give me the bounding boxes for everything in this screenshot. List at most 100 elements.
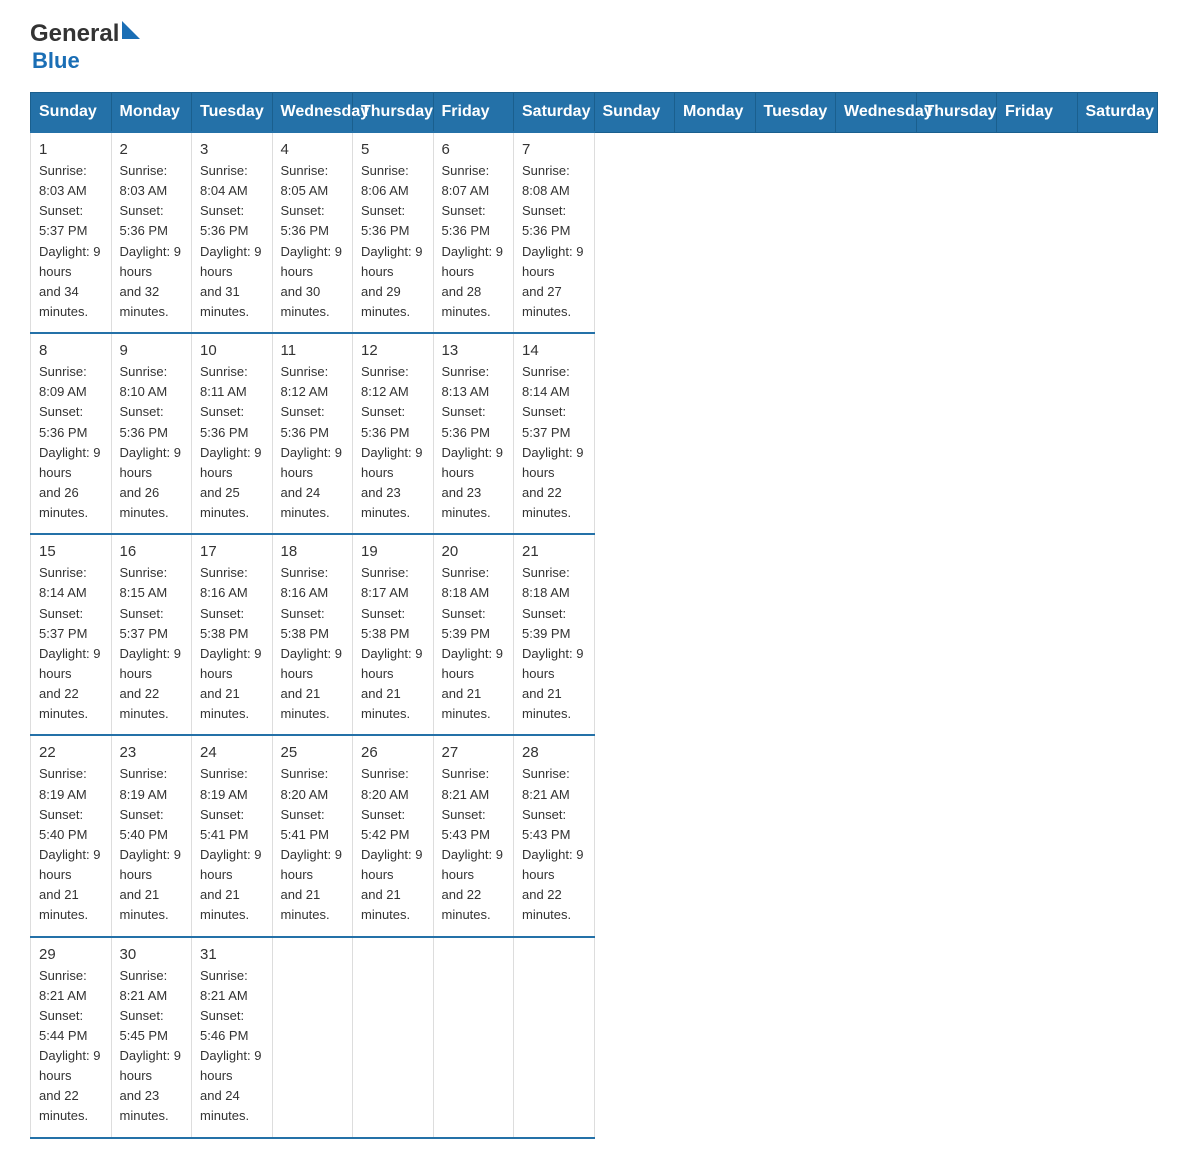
calendar-cell: 6Sunrise: 8:07 AMSunset: 5:36 PMDaylight… (433, 132, 514, 333)
day-info: Sunrise: 8:21 AMSunset: 5:45 PMDaylight:… (120, 966, 184, 1127)
day-info: Sunrise: 8:15 AMSunset: 5:37 PMDaylight:… (120, 563, 184, 724)
calendar-cell: 17Sunrise: 8:16 AMSunset: 5:38 PMDayligh… (192, 534, 273, 735)
day-number: 4 (281, 141, 345, 158)
col-header-saturday: Saturday (514, 93, 595, 133)
day-info: Sunrise: 8:18 AMSunset: 5:39 PMDaylight:… (522, 563, 586, 724)
day-info: Sunrise: 8:13 AMSunset: 5:36 PMDaylight:… (442, 362, 506, 523)
calendar-cell: 1Sunrise: 8:03 AMSunset: 5:37 PMDaylight… (31, 132, 112, 333)
day-number: 15 (39, 543, 103, 560)
calendar-cell: 5 Sunrise: 8:06 AMSunset: 5:36 PMDaylight… (353, 132, 434, 333)
day-info: Sunrise: 8:21 AMSunset: 5:44 PMDaylight:… (39, 966, 103, 1127)
day-info: Sunrise: 8:06 AMSunset: 5:36 PMDaylight:… (361, 161, 425, 322)
col-header-saturday: Saturday (1077, 93, 1158, 133)
day-info: Sunrise: 8:19 AMSunset: 5:40 PMDaylight:… (120, 764, 184, 925)
calendar-cell: 15 Sunrise: 8:14 AMSunset: 5:37 PMDayligh… (31, 534, 112, 735)
calendar-cell: 23 Sunrise: 8:19 AMSunset: 5:40 PMDayligh… (111, 735, 192, 936)
calendar-week-row: 8Sunrise: 8:09 AMSunset: 5:36 PMDaylight… (31, 333, 1158, 534)
calendar-cell: 10Sunrise: 8:11 AMSunset: 5:36 PMDayligh… (192, 333, 273, 534)
col-header-thursday: Thursday (916, 93, 997, 133)
calendar-cell: 21 Sunrise: 8:18 AMSunset: 5:39 PMDayligh… (514, 534, 595, 735)
day-number: 18 (281, 543, 345, 560)
day-number: 8 (39, 342, 103, 359)
day-number: 11 (281, 342, 345, 359)
calendar-cell (514, 937, 595, 1138)
day-number: 20 (442, 543, 506, 560)
calendar-cell: 29Sunrise: 8:21 AMSunset: 5:44 PMDayligh… (31, 937, 112, 1138)
day-number: 14 (522, 342, 586, 359)
day-info: Sunrise: 8:21 AMSunset: 5:43 PMDaylight:… (522, 764, 586, 925)
calendar-cell: 7Sunrise: 8:08 AMSunset: 5:36 PMDaylight… (514, 132, 595, 333)
day-info: Sunrise: 8:16 AMSunset: 5:38 PMDaylight:… (281, 563, 345, 724)
day-number: 17 (200, 543, 264, 560)
calendar-cell: 24 Sunrise: 8:19 AMSunset: 5:41 PMDayligh… (192, 735, 273, 936)
calendar-cell: 16Sunrise: 8:15 AMSunset: 5:37 PMDayligh… (111, 534, 192, 735)
day-info: Sunrise: 8:12 AMSunset: 5:36 PMDaylight:… (361, 362, 425, 523)
calendar-cell: 18 Sunrise: 8:16 AMSunset: 5:38 PMDayligh… (272, 534, 353, 735)
day-info: Sunrise: 8:17 AMSunset: 5:38 PMDaylight:… (361, 563, 425, 724)
day-info: Sunrise: 8:12 AMSunset: 5:36 PMDaylight:… (281, 362, 345, 523)
day-number: 23 (120, 744, 184, 761)
calendar-week-row: 15 Sunrise: 8:14 AMSunset: 5:37 PMDayligh… (31, 534, 1158, 735)
col-header-thursday: Thursday (353, 93, 434, 133)
page-header: General Blue (30, 20, 1158, 74)
day-number: 22 (39, 744, 103, 761)
day-info: Sunrise: 8:07 AMSunset: 5:36 PMDaylight:… (442, 161, 506, 322)
col-header-sunday: Sunday (31, 93, 112, 133)
col-header-monday: Monday (111, 93, 192, 133)
calendar-cell: 30 Sunrise: 8:21 AMSunset: 5:45 PMDayligh… (111, 937, 192, 1138)
calendar-cell: 26 Sunrise: 8:20 AMSunset: 5:42 PMDayligh… (353, 735, 434, 936)
logo-triangle-icon (122, 21, 140, 39)
day-info: Sunrise: 8:05 AMSunset: 5:36 PMDaylight:… (281, 161, 345, 322)
day-info: Sunrise: 8:11 AMSunset: 5:36 PMDaylight:… (200, 362, 264, 523)
day-info: Sunrise: 8:20 AMSunset: 5:41 PMDaylight:… (281, 764, 345, 925)
calendar-cell (433, 937, 514, 1138)
day-info: Sunrise: 8:04 AMSunset: 5:36 PMDaylight:… (200, 161, 264, 322)
day-info: Sunrise: 8:19 AMSunset: 5:41 PMDaylight:… (200, 764, 264, 925)
day-info: Sunrise: 8:03 AMSunset: 5:37 PMDaylight:… (39, 161, 103, 322)
calendar-week-row: 1Sunrise: 8:03 AMSunset: 5:37 PMDaylight… (31, 132, 1158, 333)
calendar-cell: 31 Sunrise: 8:21 AMSunset: 5:46 PMDayligh… (192, 937, 273, 1138)
calendar-cell (272, 937, 353, 1138)
calendar-table: SundayMondayTuesdayWednesdayThursdayFrid… (30, 92, 1158, 1139)
calendar-cell: 13 Sunrise: 8:13 AMSunset: 5:36 PMDayligh… (433, 333, 514, 534)
calendar-header-row: SundayMondayTuesdayWednesdayThursdayFrid… (31, 93, 1158, 133)
calendar-cell: 2Sunrise: 8:03 AMSunset: 5:36 PMDaylight… (111, 132, 192, 333)
day-info: Sunrise: 8:14 AMSunset: 5:37 PMDaylight:… (39, 563, 103, 724)
day-number: 24 (200, 744, 264, 761)
calendar-cell: 19Sunrise: 8:17 AMSunset: 5:38 PMDayligh… (353, 534, 434, 735)
calendar-cell: 28 Sunrise: 8:21 AMSunset: 5:43 PMDayligh… (514, 735, 595, 936)
day-number: 3 (200, 141, 264, 158)
day-number: 13 (442, 342, 506, 359)
day-number: 28 (522, 744, 586, 761)
day-number: 21 (522, 543, 586, 560)
day-info: Sunrise: 8:14 AMSunset: 5:37 PMDaylight:… (522, 362, 586, 523)
col-header-wednesday: Wednesday (272, 93, 353, 133)
col-header-wednesday: Wednesday (836, 93, 917, 133)
col-header-sunday: Sunday (594, 93, 675, 133)
calendar-cell: 27Sunrise: 8:21 AMSunset: 5:43 PMDayligh… (433, 735, 514, 936)
day-number: 5 (361, 141, 425, 158)
calendar-week-row: 22 Sunrise: 8:19 AMSunset: 5:40 PMDayligh… (31, 735, 1158, 936)
day-info: Sunrise: 8:20 AMSunset: 5:42 PMDaylight:… (361, 764, 425, 925)
calendar-cell: 20 Sunrise: 8:18 AMSunset: 5:39 PMDayligh… (433, 534, 514, 735)
day-number: 7 (522, 141, 586, 158)
day-info: Sunrise: 8:19 AMSunset: 5:40 PMDaylight:… (39, 764, 103, 925)
day-number: 9 (120, 342, 184, 359)
calendar-cell: 4 Sunrise: 8:05 AMSunset: 5:36 PMDaylight… (272, 132, 353, 333)
day-info: Sunrise: 8:18 AMSunset: 5:39 PMDaylight:… (442, 563, 506, 724)
col-header-monday: Monday (675, 93, 756, 133)
day-number: 26 (361, 744, 425, 761)
col-header-friday: Friday (997, 93, 1078, 133)
logo-blue-text: Blue (30, 48, 80, 74)
logo-general-text: General (30, 20, 119, 48)
calendar-cell: 14 Sunrise: 8:14 AMSunset: 5:37 PMDayligh… (514, 333, 595, 534)
calendar-cell: 22 Sunrise: 8:19 AMSunset: 5:40 PMDayligh… (31, 735, 112, 936)
calendar-cell: 3 Sunrise: 8:04 AMSunset: 5:36 PMDaylight… (192, 132, 273, 333)
calendar-cell: 9 Sunrise: 8:10 AMSunset: 5:36 PMDaylight… (111, 333, 192, 534)
day-info: Sunrise: 8:21 AMSunset: 5:46 PMDaylight:… (200, 966, 264, 1127)
calendar-cell: 12Sunrise: 8:12 AMSunset: 5:36 PMDayligh… (353, 333, 434, 534)
day-number: 30 (120, 946, 184, 963)
day-number: 27 (442, 744, 506, 761)
day-number: 31 (200, 946, 264, 963)
day-info: Sunrise: 8:10 AMSunset: 5:36 PMDaylight:… (120, 362, 184, 523)
